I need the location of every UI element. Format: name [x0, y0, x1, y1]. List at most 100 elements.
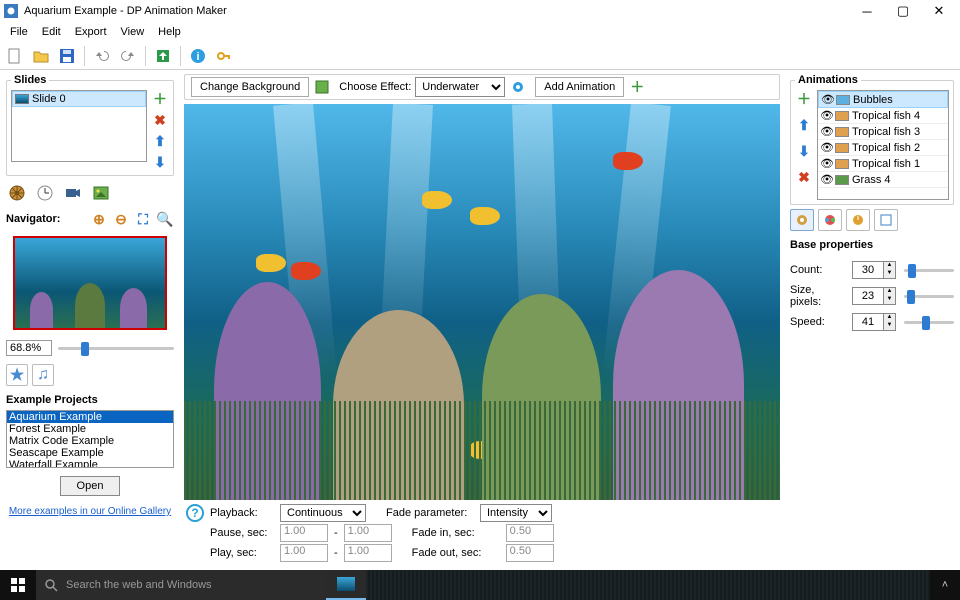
tab-settings[interactable] — [790, 209, 814, 231]
slides-list[interactable]: Slide 0 — [11, 90, 147, 162]
count-slider[interactable] — [904, 260, 954, 280]
animation-item[interactable]: 👁Bubbles — [818, 91, 948, 108]
example-item[interactable]: Waterfall Example — [7, 459, 173, 468]
add-anim-icon[interactable]: ＋ — [795, 90, 813, 108]
play-max-input[interactable]: 1.00 — [344, 544, 392, 562]
zoom-in-icon[interactable]: ⊕ — [90, 210, 108, 228]
menu-edit[interactable]: Edit — [36, 25, 67, 39]
open-icon[interactable] — [30, 45, 52, 67]
canvas-viewport[interactable] — [184, 104, 780, 500]
speed-spinner[interactable]: ▲▼ — [852, 313, 896, 331]
music-icon[interactable]: ♫ — [32, 364, 54, 386]
wheel-icon[interactable] — [6, 182, 28, 204]
animation-item[interactable]: 👁Tropical fish 1 — [818, 156, 948, 172]
example-item[interactable]: Seascape Example — [7, 447, 173, 459]
speed-slider[interactable] — [904, 312, 954, 332]
animation-item[interactable]: 👁 Tropical fish 2 — [818, 140, 948, 156]
move-up-icon[interactable]: ⬆ — [151, 132, 169, 150]
anim-down-icon[interactable]: ⬇ — [795, 142, 813, 160]
zoom-actual-icon[interactable]: 🔍 — [156, 210, 174, 228]
add-slide-icon[interactable]: ＋ — [151, 90, 169, 108]
star-icon[interactable]: ★ — [6, 364, 28, 386]
gallery-link[interactable]: More examples in our Online Gallery — [6, 506, 174, 517]
animation-item[interactable]: 👁Tropical fish 3 — [818, 124, 948, 140]
anim-up-icon[interactable]: ⬆ — [795, 116, 813, 134]
minimize-button[interactable]: ─ — [850, 1, 884, 21]
window-title: Aquarium Example - DP Animation Maker — [24, 5, 850, 17]
save-icon[interactable] — [56, 45, 78, 67]
add-animation-icon[interactable]: ＋ — [628, 78, 646, 96]
tray-chevron-icon[interactable]: ˄ — [930, 579, 960, 591]
visibility-icon[interactable]: 👁 — [821, 93, 833, 106]
tab-color[interactable] — [818, 209, 842, 231]
fade-in-label: Fade in, sec: — [412, 527, 500, 539]
effect-select[interactable]: Underwater — [415, 77, 505, 97]
animation-item[interactable]: 👁Tropical fish 4 — [818, 108, 948, 124]
redo-icon[interactable] — [117, 45, 139, 67]
delete-slide-icon[interactable]: ✖ — [151, 111, 169, 129]
window-controls: ─ ▢ ✕ — [850, 1, 956, 21]
animations-list[interactable]: 👁Bubbles 👁Tropical fish 4 👁Tropical fish… — [817, 90, 949, 200]
key-icon[interactable] — [213, 45, 235, 67]
fade-out-input[interactable]: 0.50 — [506, 544, 554, 562]
background-options-icon[interactable] — [313, 78, 331, 96]
examples-list[interactable]: Aquarium Example Forest Example Matrix C… — [6, 410, 174, 468]
animation-label: Tropical fish 2 — [852, 142, 920, 154]
navigator-preview[interactable] — [13, 236, 167, 330]
menu-view[interactable]: View — [115, 25, 151, 39]
fade-param-label: Fade parameter: — [386, 507, 474, 519]
add-animation-button[interactable]: Add Animation — [535, 77, 624, 97]
open-button[interactable]: Open — [60, 476, 120, 496]
center-panel: Change Background Choose Effect: Underwa… — [180, 70, 784, 570]
move-down-icon[interactable]: ⬇ — [151, 153, 169, 171]
example-item[interactable]: Aquarium Example — [7, 411, 173, 423]
zoom-value[interactable]: 68.8% — [6, 340, 52, 356]
navigator-label: Navigator: — [6, 213, 86, 225]
clock-icon[interactable] — [34, 182, 56, 204]
tab-transform[interactable] — [874, 209, 898, 231]
info-icon[interactable]: i — [187, 45, 209, 67]
menu-export[interactable]: Export — [69, 25, 113, 39]
image-icon[interactable] — [90, 182, 112, 204]
menu-help[interactable]: Help — [152, 25, 187, 39]
effect-settings-icon[interactable] — [509, 78, 527, 96]
example-item[interactable]: Forest Example — [7, 423, 173, 435]
zoom-out-icon[interactable]: ⊖ — [112, 210, 130, 228]
taskbar-search[interactable]: Search the web and Windows — [36, 570, 326, 600]
undo-icon[interactable] — [91, 45, 113, 67]
pause-min-input[interactable]: 1.00 — [280, 524, 328, 542]
fade-out-label: Fade out, sec: — [412, 547, 500, 559]
visibility-icon[interactable]: 👁 — [820, 173, 832, 186]
help-icon[interactable]: ? — [186, 504, 204, 522]
animation-item[interactable]: 👁Grass 4 — [818, 172, 948, 188]
visibility-icon[interactable]: 👁 — [820, 109, 832, 122]
change-background-button[interactable]: Change Background — [191, 77, 309, 97]
visibility-icon[interactable]: 👁 — [820, 157, 832, 170]
size-spinner[interactable]: ▲▼ — [852, 287, 896, 305]
play-min-input[interactable]: 1.00 — [280, 544, 328, 562]
size-slider[interactable] — [904, 286, 954, 306]
slide-thumb-icon — [15, 94, 29, 104]
slide-item[interactable]: Slide 0 — [12, 91, 146, 107]
zoom-fit-icon[interactable]: ⛶ — [134, 210, 152, 228]
fade-param-select[interactable]: Intensity — [480, 504, 552, 522]
tab-timing[interactable] — [846, 209, 870, 231]
menu-file[interactable]: File — [4, 25, 34, 39]
new-icon[interactable] — [4, 45, 26, 67]
start-button[interactable] — [0, 570, 36, 600]
export-icon[interactable] — [152, 45, 174, 67]
zoom-slider[interactable] — [58, 338, 174, 358]
close-button[interactable]: ✕ — [922, 1, 956, 21]
app-icon — [4, 4, 18, 18]
camera-icon[interactable] — [62, 182, 84, 204]
visibility-icon[interactable]: 👁 — [820, 125, 832, 138]
pause-max-input[interactable]: 1.00 — [344, 524, 392, 542]
delete-anim-icon[interactable]: ✖ — [795, 168, 813, 186]
fade-in-input[interactable]: 0.50 — [506, 524, 554, 542]
count-spinner[interactable]: ▲▼ — [852, 261, 896, 279]
example-item[interactable]: Matrix Code Example — [7, 435, 173, 447]
playback-select[interactable]: Continuous — [280, 504, 366, 522]
visibility-icon[interactable]: 👁 — [820, 141, 832, 154]
taskbar-app[interactable] — [326, 570, 366, 600]
maximize-button[interactable]: ▢ — [886, 1, 920, 21]
